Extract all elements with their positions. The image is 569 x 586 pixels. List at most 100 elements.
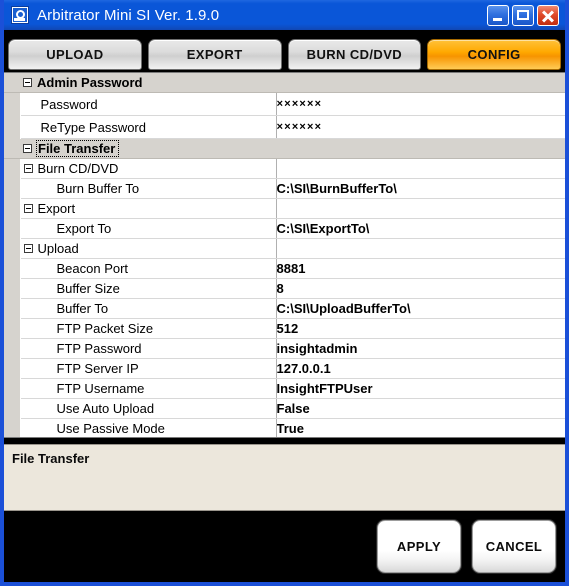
- property-value-cell[interactable]: 8: [276, 278, 565, 299]
- title-bar: Arbitrator Mini SI Ver. 1.9.0: [4, 0, 565, 30]
- property-grid[interactable]: Admin Password Password ×××××× ReType Passw…: [4, 72, 565, 438]
- window-title: Arbitrator Mini SI Ver. 1.9.0: [37, 6, 220, 24]
- category-row-file-transfer[interactable]: File Transfer: [4, 138, 565, 159]
- close-icon[interactable]: [537, 4, 559, 26]
- collapse-icon[interactable]: [23, 164, 33, 174]
- row-gutter: [4, 138, 20, 159]
- collapse-icon[interactable]: [23, 204, 33, 214]
- property-value: InsightFTPUser: [276, 381, 373, 396]
- row-gutter: [4, 158, 21, 179]
- property-value-cell[interactable]: ××××××: [276, 92, 565, 116]
- property-label: FTP Server IP: [56, 361, 139, 376]
- row-gutter: [4, 198, 21, 219]
- property-row-buffer-to[interactable]: Buffer To C:\SI\UploadBufferTo\: [4, 298, 565, 319]
- property-value: C:\SI\ExportTo\: [276, 221, 370, 236]
- property-name-cell: Export To: [20, 218, 277, 239]
- property-value-cell[interactable]: True: [276, 418, 565, 437]
- property-value-cell[interactable]: C:\SI\ExportTo\: [276, 218, 565, 239]
- property-label: ReType Password: [40, 119, 147, 135]
- application-window: Arbitrator Mini SI Ver. 1.9.0 UPLOAD EXPO…: [0, 0, 569, 586]
- property-row-ftp-packet-size[interactable]: FTP Packet Size 512: [4, 318, 565, 339]
- row-gutter: [4, 218, 21, 239]
- property-label: Buffer Size: [56, 281, 120, 296]
- property-value-cell[interactable]: 512: [276, 318, 565, 339]
- property-row-password[interactable]: Password ××××××: [4, 92, 565, 116]
- window-controls: [487, 4, 559, 26]
- property-label: Upload: [37, 241, 79, 256]
- footer-button-bar: APPLY CANCEL: [4, 511, 565, 582]
- row-gutter: [4, 278, 21, 299]
- property-value: False: [276, 401, 310, 416]
- property-value-cell[interactable]: InsightFTPUser: [276, 378, 565, 399]
- property-name-cell: FTP Password: [20, 338, 277, 359]
- row-gutter: [4, 178, 21, 199]
- property-name-cell: FTP Server IP: [20, 358, 277, 379]
- cancel-button[interactable]: CANCEL: [472, 520, 556, 573]
- minimize-icon[interactable]: [487, 4, 509, 26]
- property-name-cell: FTP Username: [20, 378, 277, 399]
- property-value-cell: [276, 138, 565, 159]
- property-name-cell: Use Passive Mode: [20, 418, 277, 437]
- collapse-icon[interactable]: [23, 78, 32, 88]
- apply-button[interactable]: APPLY: [377, 520, 461, 573]
- tab-upload[interactable]: UPLOAD: [8, 39, 142, 70]
- property-name-cell: Use Auto Upload: [20, 398, 277, 419]
- property-value-cell[interactable]: insightadmin: [276, 338, 565, 359]
- property-value-cell[interactable]: C:\SI\UploadBufferTo\: [276, 298, 565, 319]
- tab-export[interactable]: EXPORT: [147, 39, 282, 70]
- property-row-ftp-server-ip[interactable]: FTP Server IP 127.0.0.1: [4, 358, 565, 379]
- row-gutter: [4, 338, 21, 359]
- property-name-cell: Buffer To: [20, 298, 277, 319]
- row-gutter: [4, 258, 21, 279]
- property-value-cell: [276, 73, 565, 93]
- property-row-ftp-password[interactable]: FTP Password insightadmin: [4, 338, 565, 359]
- row-gutter: [4, 92, 21, 116]
- property-row-export-to[interactable]: Export To C:\SI\ExportTo\: [4, 218, 565, 239]
- property-row-ftp-username[interactable]: FTP Username InsightFTPUser: [4, 378, 565, 399]
- subcategory-row-export[interactable]: Export: [4, 198, 565, 219]
- property-value: C:\SI\UploadBufferTo\: [276, 301, 411, 316]
- property-row-retype-password[interactable]: ReType Password ××××××: [4, 115, 565, 139]
- row-gutter: [4, 318, 21, 339]
- property-row-beacon-port[interactable]: Beacon Port 8881: [4, 258, 565, 279]
- property-name-cell: Buffer Size: [20, 278, 277, 299]
- property-value-cell[interactable]: False: [276, 398, 565, 419]
- property-row-burn-buffer-to[interactable]: Burn Buffer To C:\SI\BurnBufferTo\: [4, 178, 565, 199]
- property-value: 8: [276, 281, 284, 296]
- property-row-use-auto-upload[interactable]: Use Auto Upload False: [4, 398, 565, 419]
- row-gutter: [4, 73, 20, 93]
- row-gutter: [4, 398, 21, 419]
- property-value-cell[interactable]: 127.0.0.1: [276, 358, 565, 379]
- property-label: Password: [40, 96, 98, 112]
- property-name-cell: File Transfer: [20, 138, 276, 159]
- property-row-buffer-size[interactable]: Buffer Size 8: [4, 278, 565, 299]
- property-label: File Transfer: [35, 140, 120, 157]
- maximize-icon[interactable]: [512, 4, 534, 26]
- row-gutter: [4, 298, 21, 319]
- property-value-cell[interactable]: 8881: [276, 258, 565, 279]
- property-name-cell: FTP Packet Size: [20, 318, 277, 339]
- row-gutter: [4, 115, 21, 139]
- property-label: Buffer To: [56, 301, 109, 316]
- property-label: Burn CD/DVD: [37, 161, 119, 176]
- property-label: Use Auto Upload: [56, 401, 155, 416]
- row-gutter: [4, 238, 21, 259]
- property-value: 512: [276, 321, 299, 336]
- property-value: 127.0.0.1: [276, 361, 331, 376]
- description-text: File Transfer: [12, 451, 90, 466]
- category-row-admin-password[interactable]: Admin Password: [4, 73, 565, 93]
- property-name-cell: Password: [20, 92, 277, 116]
- property-value-cell[interactable]: C:\SI\BurnBufferTo\: [276, 178, 565, 199]
- property-label: Use Passive Mode: [56, 421, 165, 436]
- subcategory-row-upload[interactable]: Upload: [4, 238, 565, 259]
- password-masked-value: ××××××: [276, 99, 323, 111]
- collapse-icon[interactable]: [23, 244, 33, 254]
- property-value-cell[interactable]: ××××××: [276, 115, 565, 139]
- property-value-cell: [276, 238, 565, 259]
- property-row-use-passive-mode[interactable]: Use Passive Mode True: [4, 418, 565, 437]
- tab-config[interactable]: CONFIG: [427, 39, 561, 70]
- collapse-icon[interactable]: [23, 144, 32, 154]
- subcategory-row-burn-cd-dvd[interactable]: Burn CD/DVD: [4, 158, 565, 179]
- row-gutter: [4, 418, 21, 437]
- tab-burn-cd-dvd[interactable]: BURN CD/DVD: [287, 39, 422, 70]
